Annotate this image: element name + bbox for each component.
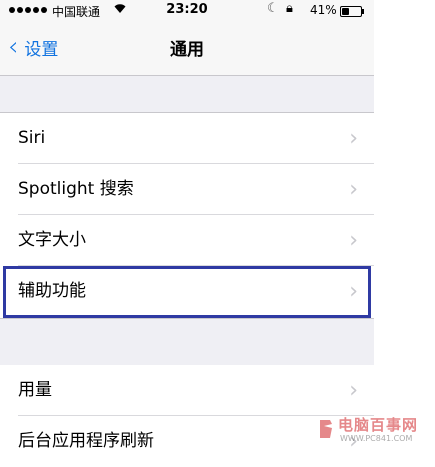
rotation-lock-icon: 🔒︎ — [286, 1, 293, 16]
signal-dots-icon — [9, 7, 47, 13]
row-label: 文字大小 — [18, 230, 86, 250]
row-label: 后台应用程序刷新 — [18, 431, 154, 451]
chevron-right-icon: › — [349, 228, 358, 253]
section-spacer — [0, 76, 374, 113]
page-title: 通用 — [170, 40, 204, 60]
moon-icon: ☾ — [267, 1, 279, 16]
battery-percent: 41% — [310, 3, 337, 17]
row-label: Spotlight 搜索 — [18, 179, 134, 199]
settings-row-siri[interactable]: Siri › — [0, 113, 374, 164]
chevron-right-icon: › — [349, 378, 358, 403]
settings-row-text-size[interactable]: 文字大小 › — [0, 215, 374, 266]
battery-icon — [340, 6, 364, 17]
clock: 23:20 — [166, 2, 208, 17]
battery-fill — [342, 8, 350, 15]
chevron-right-icon: › — [349, 126, 358, 151]
highlight-box — [3, 266, 371, 318]
status-bar: 中国联通 23:20 ☾ 🔒︎ 41% — [0, 0, 374, 22]
watermark-url: WWW.PC841.COM — [340, 434, 413, 443]
watermark-text: 电脑百事网 — [338, 416, 419, 434]
wifi-icon — [113, 2, 127, 18]
row-label: 用量 — [18, 380, 52, 400]
row-label: Siri — [18, 128, 46, 148]
top-bar: 中国联通 23:20 ☾ 🔒︎ 41% ‹ 设置 通用 — [0, 0, 374, 76]
watermark: 电脑百事网 WWW.PC841.COM — [318, 414, 433, 448]
watermark-logo-icon — [320, 420, 332, 438]
chevron-right-icon: › — [349, 177, 358, 202]
settings-row-usage[interactable]: 用量 › — [0, 365, 374, 416]
settings-row-spotlight[interactable]: Spotlight 搜索 › — [0, 164, 374, 215]
carrier-label: 中国联通 — [52, 5, 101, 19]
section-spacer — [0, 318, 374, 366]
